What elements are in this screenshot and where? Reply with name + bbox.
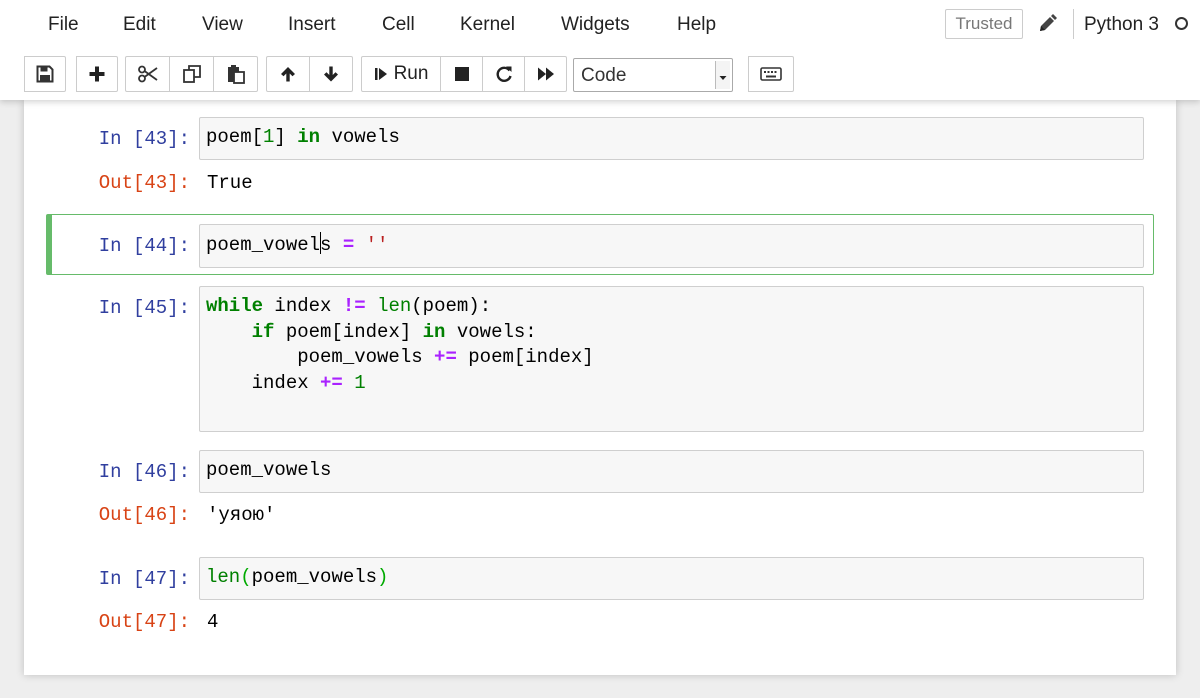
restart-run-all-button[interactable]: [524, 56, 567, 92]
arrow-up-icon: [281, 67, 295, 82]
code-line: if poem[index] in vowels:: [251, 320, 537, 343]
code-input[interactable]: len(poem_vowels): [199, 557, 1144, 600]
text-cursor: [319, 232, 321, 254]
code-line: poem[1] in vowels: [206, 126, 400, 148]
floppy-disk-icon: [36, 65, 54, 83]
input-prompt: In [44]:: [98, 235, 190, 257]
output-prompt: Out[46]:: [98, 504, 190, 526]
cell-type-select[interactable]: Code: [573, 58, 733, 92]
input-prompt: In [47]:: [98, 568, 190, 590]
command-palette-button[interactable]: [748, 56, 794, 92]
input-prompt: In [43]:: [98, 128, 190, 150]
code-cell-45[interactable]: In [45]: while index != len(poem): if po…: [24, 286, 1176, 432]
plus-icon: [89, 66, 105, 82]
paste-button[interactable]: [213, 56, 258, 92]
clipboard-icon: [227, 65, 245, 84]
input-prompt: In [45]:: [98, 297, 190, 319]
code-input[interactable]: poem_vowels: [199, 450, 1144, 493]
menu-kernel[interactable]: Kernel: [460, 12, 515, 38]
stop-icon: [454, 67, 469, 81]
copy-icon: [182, 65, 201, 83]
menu-bar: File Edit View Insert Cell Kernel Widget…: [24, 0, 1188, 50]
cell-type-value: Code: [581, 65, 627, 86]
interrupt-button[interactable]: [440, 56, 483, 92]
run-label: Run: [393, 63, 429, 84]
output-prompt: Out[47]:: [98, 611, 190, 633]
cell-output: 'уяою': [207, 504, 276, 526]
menu-help[interactable]: Help: [677, 12, 716, 38]
move-up-button[interactable]: [266, 56, 310, 92]
notebook-container: In [43]: poem[1] in vowels Out[43]: True…: [24, 100, 1176, 675]
kernel-divider: [1073, 9, 1074, 39]
pencil-icon[interactable]: [1036, 13, 1058, 35]
code-line: poem_vowels += poem[index]: [206, 346, 594, 368]
code-line: poem_vowels: [206, 459, 332, 481]
code-line: len(poem_vowels): [206, 566, 389, 588]
scissors-icon: [137, 65, 158, 83]
step-forward-icon: [374, 68, 387, 80]
code-cell-47[interactable]: In [47]: len(poem_vowels) Out[47]: 4: [24, 557, 1176, 647]
toolbar: Run Code: [24, 56, 1176, 94]
code-line: index += 1: [206, 371, 366, 394]
chevron-down-icon: [715, 61, 730, 89]
cell-output: True: [207, 172, 253, 194]
cut-button[interactable]: [125, 56, 170, 92]
trusted-indicator[interactable]: Trusted: [945, 9, 1023, 39]
menu-insert[interactable]: Insert: [288, 12, 336, 38]
code-line: poem_vowels = '': [206, 232, 389, 256]
code-cell-46[interactable]: In [46]: poem_vowels Out[46]: 'уяою': [24, 450, 1176, 540]
restart-kernel-button[interactable]: [482, 56, 525, 92]
code-input[interactable]: poem_vowels = '': [199, 224, 1144, 268]
kernel-idle-icon: [1175, 17, 1188, 30]
code-cell-43[interactable]: In [43]: poem[1] in vowels Out[43]: True: [24, 117, 1176, 207]
code-input[interactable]: while index != len(poem): if poem[index]…: [199, 286, 1144, 432]
menu-widgets[interactable]: Widgets: [561, 12, 630, 38]
fast-forward-icon: [537, 67, 554, 81]
keyboard-icon: [760, 67, 782, 81]
menu-edit[interactable]: Edit: [123, 12, 156, 38]
code-input[interactable]: poem[1] in vowels: [199, 117, 1144, 160]
input-prompt: In [46]:: [98, 461, 190, 483]
code-cell-44[interactable]: In [44]: poem_vowels = '': [24, 224, 1176, 269]
redo-icon: [496, 66, 512, 82]
menu-file[interactable]: File: [48, 12, 79, 38]
save-button[interactable]: [24, 56, 66, 92]
code-line: while index != len(poem):: [206, 295, 492, 317]
arrow-down-icon: [324, 66, 338, 82]
copy-button[interactable]: [169, 56, 214, 92]
notebook-header: File Edit View Insert Cell Kernel Widget…: [0, 0, 1200, 100]
menu-view[interactable]: View: [202, 12, 243, 38]
run-button[interactable]: Run: [361, 56, 441, 92]
move-down-button[interactable]: [309, 56, 353, 92]
cell-output: 4: [207, 611, 219, 633]
kernel-name[interactable]: Python 3: [1084, 12, 1159, 38]
menu-cell[interactable]: Cell: [382, 12, 415, 38]
output-prompt: Out[43]:: [98, 172, 190, 194]
insert-cell-button[interactable]: [76, 56, 118, 92]
